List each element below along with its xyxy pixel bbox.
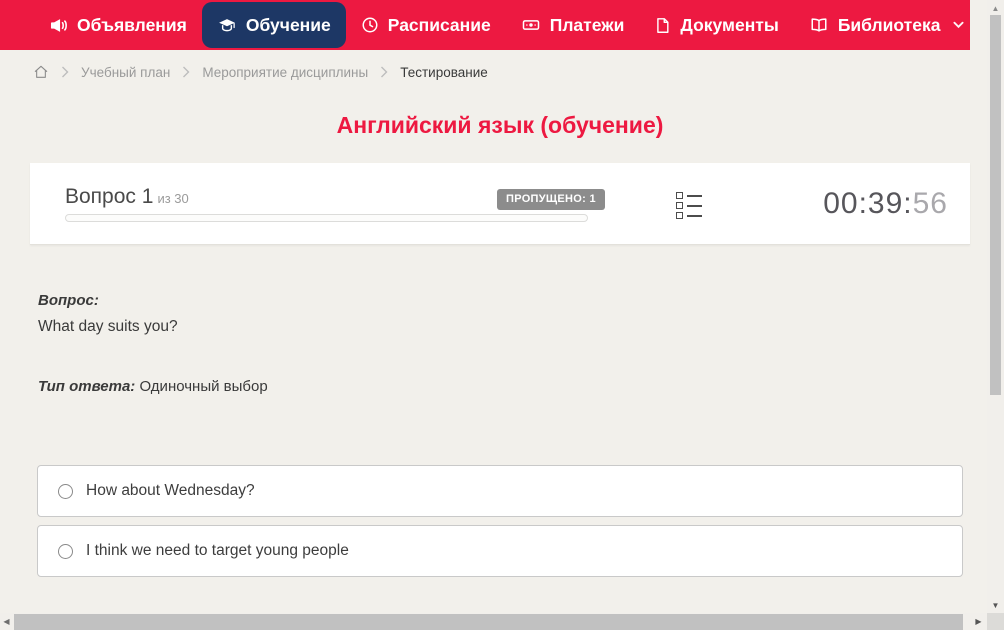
radio-button[interactable] [58, 543, 73, 559]
answer-type-label: Тип ответа: [38, 378, 136, 395]
nav-item-announcements[interactable]: Объявления [34, 0, 202, 50]
page-title: Английский язык (обучение) [336, 112, 664, 138]
scroll-down-icon[interactable]: ▼ [987, 598, 1004, 612]
answer-option-label: How about Wednesday? [86, 482, 255, 499]
answer-option-2[interactable]: I think we need to target young people [37, 525, 963, 577]
megaphone-icon [49, 16, 68, 35]
answer-type-value: Одиночный выбор [139, 378, 268, 395]
nav-item-label: Объявления [77, 14, 187, 35]
progress-bar [65, 214, 588, 222]
top-nav: Объявления Обучение Расписание Платежи Д… [0, 0, 970, 50]
timer-main: 00:39: [823, 187, 913, 220]
scroll-left-icon[interactable]: ◀ [0, 613, 13, 630]
chevron-down-icon [953, 21, 964, 29]
nav-item-label: Документы [680, 14, 779, 35]
nav-item-schedule[interactable]: Расписание [346, 0, 506, 50]
document-icon [654, 16, 671, 35]
timer-seconds: 56 [912, 187, 948, 220]
question-number: Вопрос 1 [65, 185, 154, 208]
nav-item-label: Обучение [245, 14, 331, 35]
quiz-page: Объявления Обучение Расписание Платежи Д… [0, 0, 1004, 630]
nav-item-library[interactable]: Библиотека [794, 0, 980, 50]
nav-item-payments[interactable]: Платежи [506, 0, 640, 50]
radio-button[interactable] [58, 483, 73, 499]
graduation-cap-icon [217, 16, 237, 35]
banknote-icon [521, 16, 541, 34]
answer-type: Тип ответа: Одиночный выбор [38, 378, 268, 395]
nav-item-learning[interactable]: Обучение [201, 2, 346, 48]
question-text: What day suits you? [38, 318, 178, 335]
nav-item-label: Библиотека [837, 14, 941, 35]
quiz-header-panel: Вопрос 1 из 30 ПРОПУЩЕНО: 1 00:39:56 [30, 163, 970, 245]
chevron-right-icon [182, 66, 190, 78]
question-total: из 30 [157, 191, 189, 206]
home-icon[interactable] [33, 64, 49, 80]
question-counter: Вопрос 1 из 30 [65, 185, 189, 209]
nav-item-label: Платежи [549, 14, 625, 35]
question-heading: Вопрос: [38, 292, 99, 309]
breadcrumb-discipline-event[interactable]: Мероприятие дисциплины [202, 65, 368, 80]
nav-item-documents[interactable]: Документы [639, 0, 793, 50]
scroll-up-icon[interactable]: ▲ [987, 1, 1004, 15]
scrollbar-corner [987, 613, 1004, 630]
question-list-icon[interactable] [676, 192, 702, 219]
skipped-badge: ПРОПУЩЕНО: 1 [497, 189, 605, 210]
answer-option-1[interactable]: How about Wednesday? [37, 465, 963, 517]
nav-item-label: Расписание [387, 14, 491, 35]
countdown-timer: 00:39:56 [823, 187, 948, 221]
chevron-right-icon [380, 66, 388, 78]
vertical-scrollbar[interactable]: ▲ ▼ [987, 0, 1004, 613]
answer-option-label: I think we need to target young people [86, 542, 349, 559]
vertical-scrollbar-thumb[interactable] [990, 15, 1001, 395]
horizontal-scrollbar-thumb[interactable] [14, 614, 963, 630]
breadcrumb-testing: Тестирование [400, 64, 488, 80]
clock-icon [361, 16, 379, 34]
horizontal-scrollbar[interactable]: ◀ ▶ [0, 613, 987, 630]
breadcrumb-curriculum[interactable]: Учебный план [81, 65, 170, 80]
book-icon [809, 16, 829, 34]
chevron-right-icon [61, 66, 69, 78]
scroll-right-icon[interactable]: ▶ [972, 613, 985, 630]
breadcrumb: Учебный план Мероприятие дисциплины Тест… [33, 61, 488, 83]
